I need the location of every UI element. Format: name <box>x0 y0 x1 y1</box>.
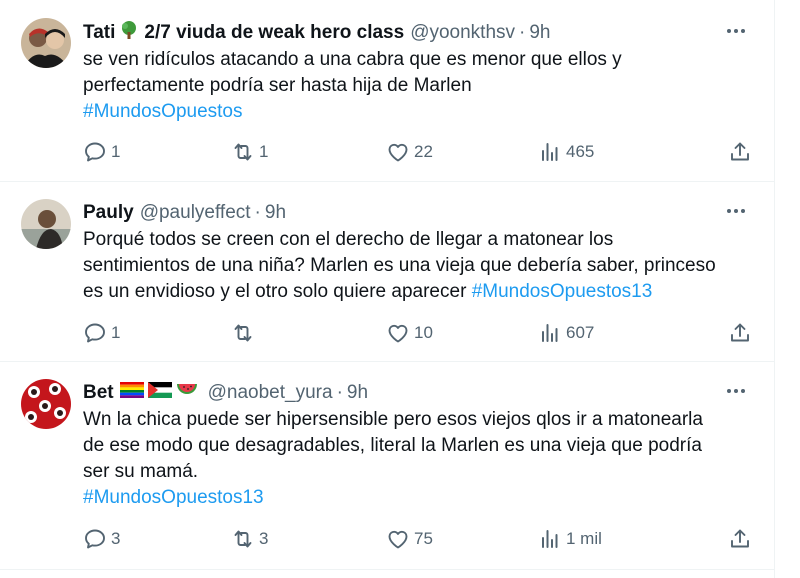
tweet-body: Bet @naobet_yura · 9h Wn la chica puede … <box>83 380 755 511</box>
avatar[interactable] <box>21 379 71 429</box>
retweet-icon <box>234 143 252 161</box>
retweet-button[interactable]: 1 <box>231 140 268 164</box>
tweet[interactable]: Bet @naobet_yura · 9h Wn la chica puede … <box>0 362 775 570</box>
hashtag-link[interactable]: #MundosOpuestos13 <box>83 485 755 511</box>
like-button[interactable]: 22 <box>386 140 433 164</box>
like-icon <box>388 143 408 162</box>
tweet[interactable]: Tati 2/7 viuda de weak hero class @yoonk… <box>0 0 775 182</box>
more-icon[interactable] <box>721 380 751 402</box>
display-name[interactable]: Pauly <box>83 202 134 224</box>
tweet-text-line: Wn la chica puede ser hipersensible pero… <box>83 409 703 430</box>
reply-button[interactable]: 1 <box>83 140 120 164</box>
views-icon <box>542 143 558 161</box>
tweet-body: Tati 2/7 viuda de weak hero class @yoonk… <box>83 20 755 125</box>
avatar[interactable] <box>21 18 71 68</box>
hashtag-link[interactable]: #MundosOpuestos13 <box>472 281 653 302</box>
separator-dot: · <box>336 382 343 403</box>
reply-count: 1 <box>111 142 121 161</box>
views-button[interactable]: 465 <box>538 140 594 164</box>
tweet-text-line: ser su mamá. <box>83 461 199 482</box>
tweet-text-line: Porqué todos se creen con el derecho de … <box>83 229 614 250</box>
reply-icon <box>85 323 105 343</box>
views-icon <box>542 324 558 342</box>
display-name[interactable]: Tati <box>83 22 115 44</box>
user-handle[interactable]: @naobet_yura <box>208 382 333 404</box>
like-button[interactable]: 10 <box>386 321 433 345</box>
tweet-actions: 3 3 75 1 mil <box>83 527 763 551</box>
tweet-body: Pauly @paulyeffect · 9h Porqué todos se … <box>83 200 755 305</box>
reply-button[interactable]: 1 <box>83 321 120 345</box>
views-button[interactable]: 1 mil <box>538 527 602 551</box>
hashtag-link[interactable]: #MundosOpuestos <box>83 99 755 125</box>
views-count: 1 mil <box>566 529 602 548</box>
share-icon <box>731 323 749 342</box>
retweet-count: 3 <box>259 529 269 548</box>
like-button[interactable]: 75 <box>386 527 433 551</box>
separator-dot: · <box>519 22 526 43</box>
tweet[interactable]: Pauly @paulyeffect · 9h Porqué todos se … <box>0 182 775 362</box>
watermelon-icon <box>176 382 198 404</box>
tweet-text: se ven ridículos atacando a una cabra qu… <box>83 47 755 125</box>
retweet-icon <box>234 530 252 548</box>
more-icon[interactable] <box>721 20 751 42</box>
like-count: 10 <box>414 323 433 342</box>
tweet-text-line: de ese modo que desagradables, literal l… <box>83 435 702 456</box>
views-count: 465 <box>566 142 595 161</box>
rainbow-flag-icon <box>119 382 144 404</box>
tweet-text: Wn la chica puede ser hipersensible pero… <box>83 407 755 511</box>
tweet-header: Tati 2/7 viuda de weak hero class @yoonk… <box>83 20 755 46</box>
timeline-feed: Tati 2/7 viuda de weak hero class @yoonk… <box>0 0 775 578</box>
display-name[interactable]: Bet <box>83 382 114 404</box>
avatar[interactable] <box>21 199 71 249</box>
share-icon <box>731 142 749 161</box>
more-icon[interactable] <box>721 200 751 222</box>
timestamp[interactable]: 9h <box>265 202 286 224</box>
like-count: 75 <box>414 529 433 548</box>
share-icon <box>731 529 749 548</box>
views-button[interactable]: 607 <box>538 321 594 345</box>
share-button[interactable] <box>728 321 752 345</box>
tweet-text: Porqué todos se creen con el derecho de … <box>83 227 755 305</box>
reply-count: 3 <box>111 529 121 548</box>
tweet-actions: 1 10 607 <box>83 321 763 345</box>
share-button[interactable] <box>728 140 752 164</box>
retweet-button[interactable]: 3 <box>231 527 268 551</box>
reply-icon <box>85 529 105 549</box>
views-count: 607 <box>566 323 595 342</box>
tweet-text-line: se ven ridículos atacando a una cabra qu… <box>83 49 622 70</box>
like-icon <box>388 324 408 343</box>
tweet-actions: 1 1 22 465 <box>83 140 763 164</box>
timestamp[interactable]: 9h <box>529 22 550 44</box>
tree-emoji-icon <box>119 20 139 46</box>
tweet-header: Pauly @paulyeffect · 9h <box>83 200 755 226</box>
views-icon <box>542 530 558 548</box>
reply-button[interactable]: 3 <box>83 527 120 551</box>
retweet-icon <box>234 324 252 342</box>
separator-dot: · <box>254 202 261 223</box>
user-handle[interactable]: @yoonkthsv <box>410 22 515 44</box>
retweet-count: 1 <box>259 142 269 161</box>
tweet-text-line-with-hashtag: es un envidioso y el otro solo quiere ap… <box>83 279 755 305</box>
reply-icon <box>85 142 105 162</box>
tweet-text-line: es un envidioso y el otro solo quiere ap… <box>83 281 472 302</box>
palestine-flag-icon <box>147 382 172 404</box>
like-count: 22 <box>414 142 433 161</box>
tweet-text-line: perfectamente podría ser hasta hija de M… <box>83 75 472 96</box>
share-button[interactable] <box>728 527 752 551</box>
reply-count: 1 <box>111 323 121 342</box>
timestamp[interactable]: 9h <box>347 382 368 404</box>
user-handle[interactable]: @paulyeffect <box>140 202 251 224</box>
tweet-header: Bet @naobet_yura · 9h <box>83 380 755 406</box>
display-name-suffix[interactable]: 2/7 viuda de weak hero class <box>144 22 404 44</box>
tweet-text-line: sentimientos de una niña? Marlen es una … <box>83 255 716 276</box>
retweet-button[interactable] <box>231 321 259 345</box>
like-icon <box>388 530 408 549</box>
